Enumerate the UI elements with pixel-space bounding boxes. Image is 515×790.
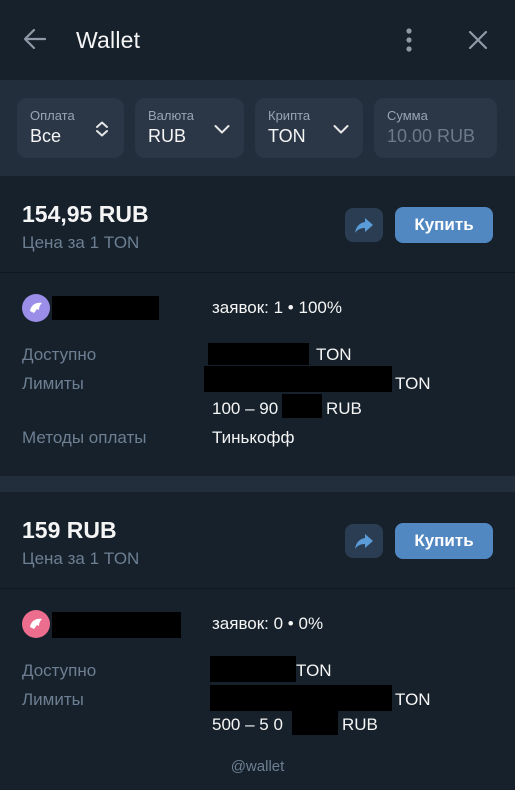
payment-methods-value: Тинькофф	[212, 428, 295, 447]
limits-unit: TON	[395, 374, 431, 393]
currency-filter-label: Валюта	[148, 108, 194, 123]
redacted-limits-range	[292, 709, 338, 735]
offer-card: 159 RUB Цена за 1 TON Купить заявок: 0 •…	[0, 492, 515, 790]
offer-price-subtitle: Цена за 1 TON	[22, 549, 140, 568]
back-arrow-icon[interactable]	[22, 26, 48, 52]
divider	[0, 588, 515, 589]
seller-avatar[interactable]	[22, 610, 50, 638]
limits-range-unit: RUB	[342, 715, 378, 734]
redacted-limits-amount	[210, 685, 392, 711]
available-unit: TON	[316, 345, 352, 364]
redacted-limits-range	[282, 394, 322, 418]
header: Wallet	[0, 0, 515, 80]
available-unit: TON	[296, 661, 332, 680]
seller-avatar[interactable]	[22, 294, 50, 322]
crypto-filter-value: TON	[268, 126, 306, 146]
seller-avatar-icon	[22, 294, 50, 322]
offer-price-subtitle: Цена за 1 TON	[22, 233, 140, 252]
payment-filter-label: Оплата	[30, 108, 75, 123]
payment-filter[interactable]: Оплата Все	[17, 98, 124, 158]
card-separator	[0, 476, 515, 492]
amount-field-placeholder: 10.00 RUB	[387, 126, 476, 146]
available-label: Доступно	[22, 661, 97, 680]
chevron-down-icon	[333, 125, 349, 134]
limits-range-unit: RUB	[326, 399, 362, 418]
filter-bar: Оплата Все Валюта RUB Крипта TON Сумма 1…	[0, 80, 515, 176]
offer-price: 154,95 RUB	[22, 201, 149, 227]
buy-button[interactable]: Купить	[395, 523, 493, 559]
page-title: Wallet	[76, 27, 141, 53]
offer-card: 154,95 RUB Цена за 1 TON Купить заявок: …	[0, 176, 515, 476]
seller-stats: заявок: 0 • 0%	[212, 614, 324, 633]
seller-stats: заявок: 1 • 100%	[212, 298, 342, 317]
share-button[interactable]	[345, 524, 383, 558]
redacted-seller-name	[52, 612, 181, 638]
divider	[0, 272, 515, 273]
currency-filter[interactable]: Валюта RUB	[135, 98, 244, 158]
redacted-limits-amount	[204, 366, 392, 392]
payment-methods-label: Методы оплаты	[22, 428, 147, 447]
available-label: Доступно	[22, 345, 97, 364]
more-vertical-icon[interactable]	[398, 26, 420, 54]
payment-filter-value: Все	[30, 126, 62, 146]
limits-unit: TON	[395, 690, 431, 709]
buy-button[interactable]: Купить	[395, 207, 493, 243]
amount-field-label: Сумма	[387, 108, 428, 123]
close-icon[interactable]	[466, 28, 490, 52]
limits-label: Лимиты	[22, 374, 84, 393]
crypto-filter[interactable]: Крипта TON	[255, 98, 363, 158]
wallet-app: Wallet Оплата Все Валюта RUB Крипта TON …	[0, 0, 515, 790]
seller-avatar-icon	[22, 610, 50, 638]
share-arrow-icon	[355, 534, 373, 549]
chevron-down-icon	[214, 125, 230, 134]
redacted-available-amount	[208, 343, 309, 365]
chevron-up-down-icon	[96, 121, 108, 137]
limits-label: Лимиты	[22, 690, 84, 709]
redacted-available-amount	[210, 656, 296, 682]
amount-field[interactable]: Сумма 10.00 RUB	[374, 98, 497, 158]
offer-price: 159 RUB	[22, 517, 117, 543]
crypto-filter-label: Крипта	[268, 108, 311, 123]
limits-range: 100 – 90	[212, 399, 279, 418]
share-button[interactable]	[345, 208, 383, 242]
share-arrow-icon	[355, 218, 373, 233]
currency-filter-value: RUB	[148, 126, 187, 146]
redacted-seller-name	[52, 296, 159, 320]
footer-handle: @wallet	[230, 758, 285, 775]
limits-range: 500 – 5 0	[212, 715, 283, 734]
